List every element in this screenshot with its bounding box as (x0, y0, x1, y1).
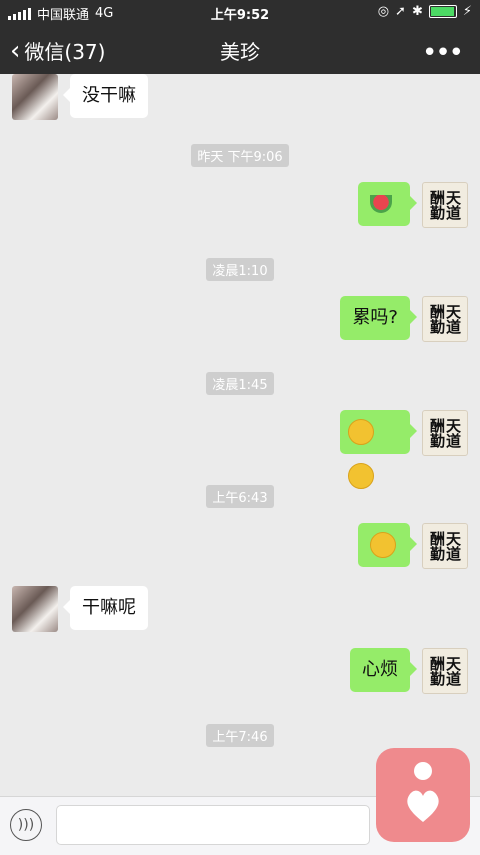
bluetooth-icon: ✱ (411, 4, 423, 19)
my-avatar[interactable]: 天道酬勤 (422, 648, 468, 694)
charging-icon: ⚡ (462, 4, 472, 19)
voice-input-button[interactable]: ))) (10, 809, 42, 841)
battery-icon (428, 5, 457, 18)
app-logo-dot (414, 762, 432, 780)
timestamp: 昨天 下午9:06 (0, 144, 480, 167)
confused-emoji-icon (348, 419, 374, 445)
chat-title: 美珍 (220, 40, 260, 64)
message-bubble-received[interactable]: 没干嘛 (63, 74, 148, 118)
heart-icon (407, 790, 439, 822)
message-bubble-sent[interactable] (358, 182, 417, 226)
timestamp: 上午6:43 (0, 485, 480, 508)
my-avatar[interactable]: 天道酬勤 (422, 523, 468, 569)
message-bubble-sent[interactable] (358, 523, 417, 567)
message-text: 心烦 (362, 659, 398, 680)
message-bubble-sent[interactable] (340, 410, 417, 489)
message-bubble-sent[interactable]: 心烦 (350, 648, 417, 692)
contact-avatar[interactable] (12, 74, 58, 120)
floating-app-button[interactable] (376, 748, 470, 842)
my-avatar[interactable]: 天道酬勤 (422, 182, 468, 228)
voice-icon: ))) (17, 817, 35, 833)
status-bar: 中国联通 4G 上午9:52 ◎ ➚ ✱ ⚡ (0, 0, 480, 24)
location-icon: ➚ (395, 4, 406, 19)
watermelon-emoji-icon (370, 195, 392, 213)
my-avatar[interactable]: 天道酬勤 (422, 410, 468, 456)
message-bubble-sent[interactable]: 累吗? (340, 296, 417, 340)
message-bubble-received[interactable]: 干嘛呢 (63, 586, 148, 630)
message-text: 干嘛呢 (82, 597, 136, 618)
contact-avatar[interactable] (12, 586, 58, 632)
nav-bar: ‹ 微信(37) 美珍 ••• (0, 24, 480, 74)
message-text: 没干嘛 (82, 85, 136, 106)
chat-area[interactable]: 没干嘛 昨天 下午9:06 天道酬勤 凌晨1:10 天道酬勤 累吗? 凌晨1:4… (0, 74, 480, 796)
timestamp: 上午7:46 (0, 724, 480, 747)
shocked-emoji-icon (370, 532, 396, 558)
message-text: 累吗? (352, 307, 398, 328)
my-avatar[interactable]: 天道酬勤 (422, 296, 468, 342)
more-button[interactable]: ••• (422, 38, 464, 68)
timestamp: 凌晨1:10 (0, 258, 480, 281)
message-input[interactable] (56, 805, 370, 845)
timestamp: 凌晨1:45 (0, 372, 480, 395)
rotation-lock-icon: ◎ (377, 4, 390, 19)
